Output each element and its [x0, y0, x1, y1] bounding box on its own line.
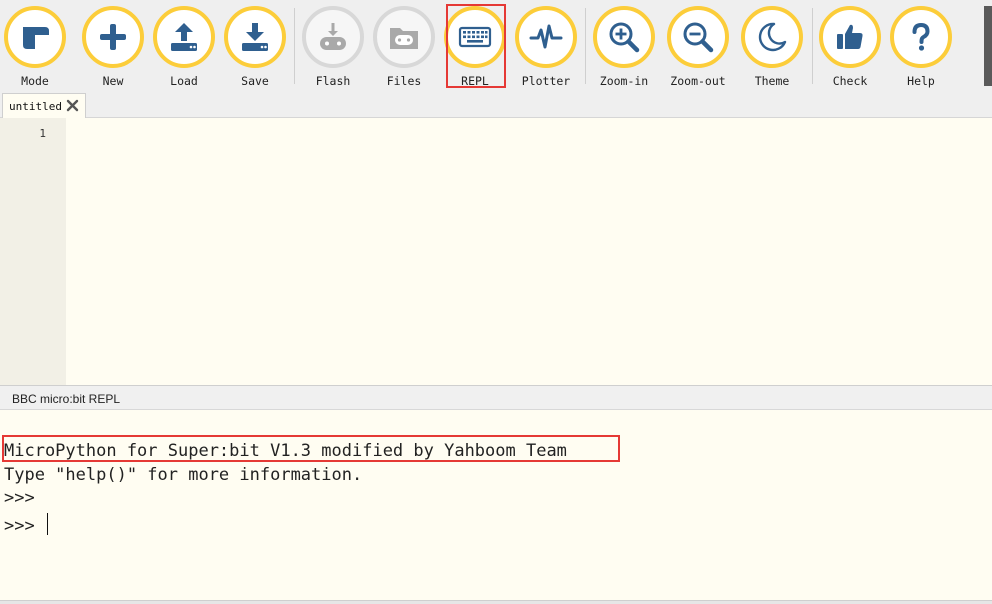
- zoom-in-button[interactable]: Zoom-in: [589, 3, 659, 89]
- close-icon[interactable]: [66, 99, 79, 112]
- toolbar-separator: [585, 8, 586, 84]
- repl-prompt-line: >>>: [4, 488, 35, 508]
- toolbar-scroll-grip[interactable]: [984, 6, 992, 86]
- download-icon: [242, 23, 268, 51]
- zoom-out-label: Zoom-out: [670, 74, 726, 88]
- tab-bar: untitled: [0, 92, 992, 118]
- plotter-label: Plotter: [521, 74, 571, 88]
- check-button[interactable]: Check: [815, 3, 885, 89]
- upload-icon: [171, 23, 197, 51]
- repl-panel-header: BBC micro:bit REPL: [0, 385, 992, 410]
- flash-label: Flash: [315, 74, 351, 88]
- zoom-in-label: Zoom-in: [599, 74, 649, 88]
- files-button[interactable]: Files: [369, 3, 439, 89]
- mode-label: Mode: [21, 74, 49, 88]
- status-bar: [0, 600, 992, 604]
- load-label: Load: [170, 74, 198, 88]
- question-icon: [912, 22, 930, 51]
- code-editor: 1: [0, 118, 992, 385]
- tab-untitled[interactable]: untitled: [2, 93, 86, 118]
- repl-button[interactable]: REPL: [440, 3, 510, 89]
- flash-icon: [320, 23, 346, 50]
- toolbar: Mode New Load Save Flash Files REPL Plot…: [0, 0, 992, 92]
- pulse-icon: [529, 24, 563, 49]
- repl-console[interactable]: MicroPython for Super:bit V1.3 modified …: [0, 410, 992, 600]
- zoom-in-icon: [609, 22, 640, 53]
- text-cursor: [46, 513, 49, 535]
- moon-icon: [758, 22, 787, 52]
- zoom-out-button[interactable]: Zoom-out: [663, 3, 733, 89]
- plus-icon: [100, 24, 126, 50]
- code-text-area[interactable]: [66, 118, 992, 385]
- keyboard-icon: [458, 26, 492, 48]
- new-label: New: [102, 74, 124, 88]
- thumbs-up-icon: [837, 24, 863, 49]
- repl-banner-line: MicroPython for Super:bit V1.3 modified …: [4, 441, 567, 461]
- repl-label: REPL: [461, 74, 489, 88]
- help-label: Help: [907, 74, 935, 88]
- flash-button[interactable]: Flash: [298, 3, 368, 89]
- help-button[interactable]: Help: [886, 3, 956, 89]
- line-number-gutter: 1: [0, 118, 66, 385]
- microbit-icon: [390, 28, 418, 49]
- zoom-out-icon: [683, 22, 714, 53]
- files-label: Files: [386, 74, 422, 88]
- load-button[interactable]: Load: [149, 3, 219, 89]
- tab-label: untitled: [9, 99, 62, 113]
- mode-icon: [23, 27, 49, 49]
- check-label: Check: [832, 74, 868, 88]
- repl-prompt-text: >>>: [4, 516, 45, 536]
- plotter-button[interactable]: Plotter: [511, 3, 581, 89]
- repl-info-line: Type "help()" for more information.: [4, 465, 363, 485]
- repl-panel-title: BBC micro:bit REPL: [12, 392, 121, 406]
- line-number: 1: [39, 127, 46, 140]
- toolbar-separator: [812, 8, 813, 84]
- theme-label: Theme: [754, 74, 790, 88]
- toolbar-separator: [294, 8, 295, 84]
- save-label: Save: [241, 74, 269, 88]
- theme-button[interactable]: Theme: [737, 3, 807, 89]
- save-button[interactable]: Save: [220, 3, 290, 89]
- mode-button[interactable]: Mode: [0, 3, 70, 89]
- repl-active-prompt[interactable]: >>>: [4, 513, 49, 536]
- new-button[interactable]: New: [78, 3, 148, 89]
